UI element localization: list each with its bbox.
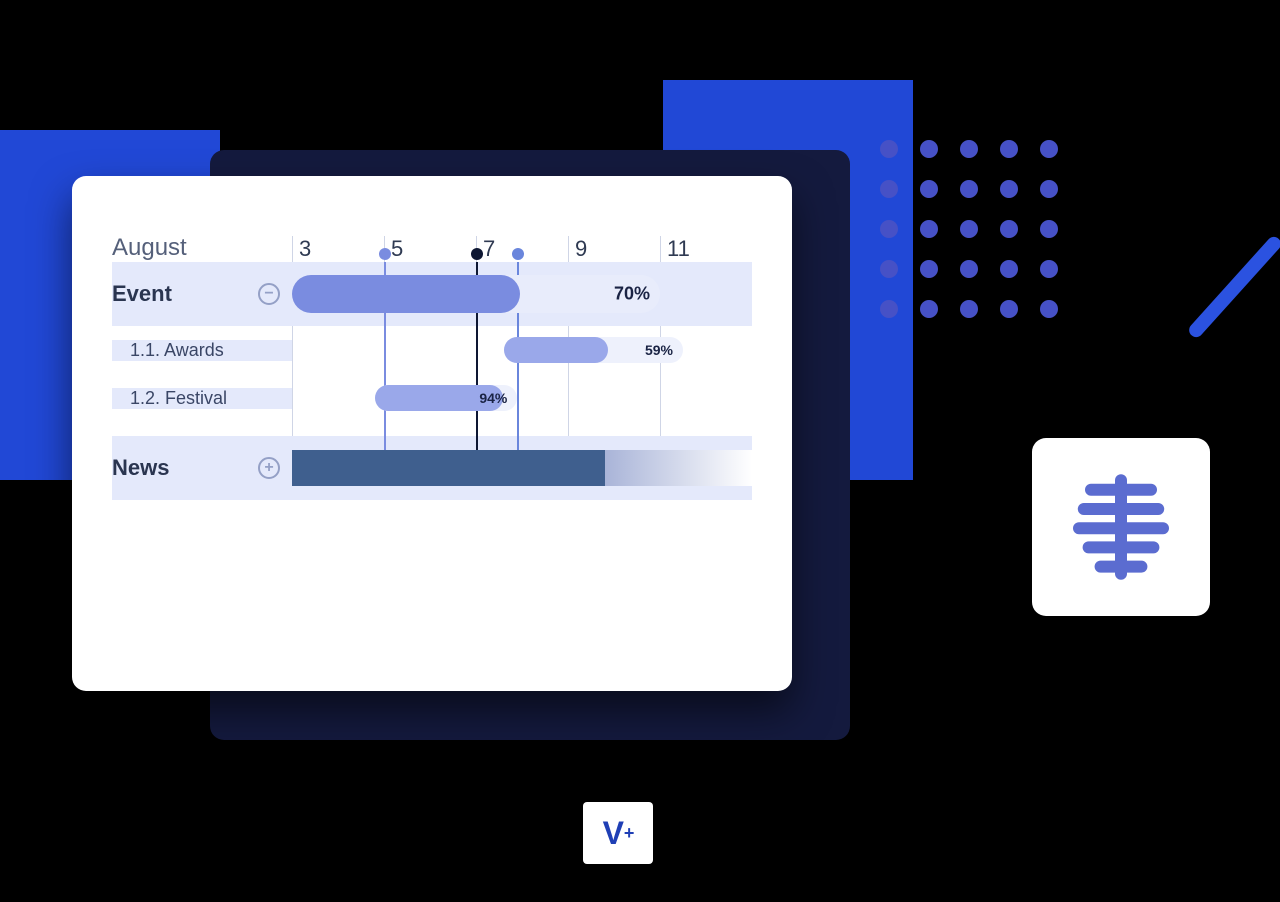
date-tick: 9 bbox=[568, 236, 660, 262]
gantt-row-news[interactable]: News + bbox=[112, 436, 752, 500]
progress-label: 70% bbox=[614, 284, 650, 305]
row-label: 1.2. Festival bbox=[130, 388, 227, 409]
date-tick: 11 bbox=[660, 236, 752, 262]
gantt-row-festival[interactable]: 1.2. Festival 94% bbox=[112, 374, 752, 422]
gantt-bar-news[interactable] bbox=[292, 450, 752, 486]
spine-icon bbox=[1061, 467, 1181, 587]
row-label: Event bbox=[112, 281, 172, 307]
vplus-text: V bbox=[603, 815, 623, 852]
gantt-chart: August 3 5 7 9 11 Event − bbox=[112, 216, 752, 500]
plus-icon: + bbox=[624, 823, 634, 844]
date-tick: 5 bbox=[384, 236, 476, 262]
vplus-badge[interactable]: V+ bbox=[583, 802, 653, 864]
gantt-header: August 3 5 7 9 11 bbox=[112, 216, 752, 262]
collapse-icon[interactable]: − bbox=[258, 283, 280, 305]
gantt-date-axis: 3 5 7 9 11 bbox=[292, 236, 752, 262]
gantt-row-event[interactable]: Event − 70% bbox=[112, 262, 752, 326]
spine-icon-card[interactable] bbox=[1032, 438, 1210, 616]
gantt-bar-awards[interactable]: 59% bbox=[504, 337, 683, 363]
gantt-bar-event[interactable]: 70% bbox=[292, 275, 660, 313]
gantt-card: August 3 5 7 9 11 Event − bbox=[72, 176, 792, 691]
gantt-spacer bbox=[112, 422, 752, 436]
progress-label: 94% bbox=[479, 390, 507, 406]
row-label: News bbox=[112, 455, 169, 481]
gantt-body: Event − 70% 1.1. Awards bbox=[112, 262, 752, 500]
gantt-month-label: August bbox=[112, 234, 292, 262]
gantt-bar-festival[interactable]: 94% bbox=[375, 385, 518, 411]
date-tick: 7 bbox=[476, 236, 568, 262]
decor-dot-grid bbox=[880, 140, 1058, 318]
date-tick: 3 bbox=[292, 236, 384, 262]
expand-icon[interactable]: + bbox=[258, 457, 280, 479]
gantt-row-awards[interactable]: 1.1. Awards 59% bbox=[112, 326, 752, 374]
decor-accent-line bbox=[1186, 234, 1280, 340]
row-label: 1.1. Awards bbox=[130, 340, 224, 361]
progress-label: 59% bbox=[645, 342, 673, 358]
